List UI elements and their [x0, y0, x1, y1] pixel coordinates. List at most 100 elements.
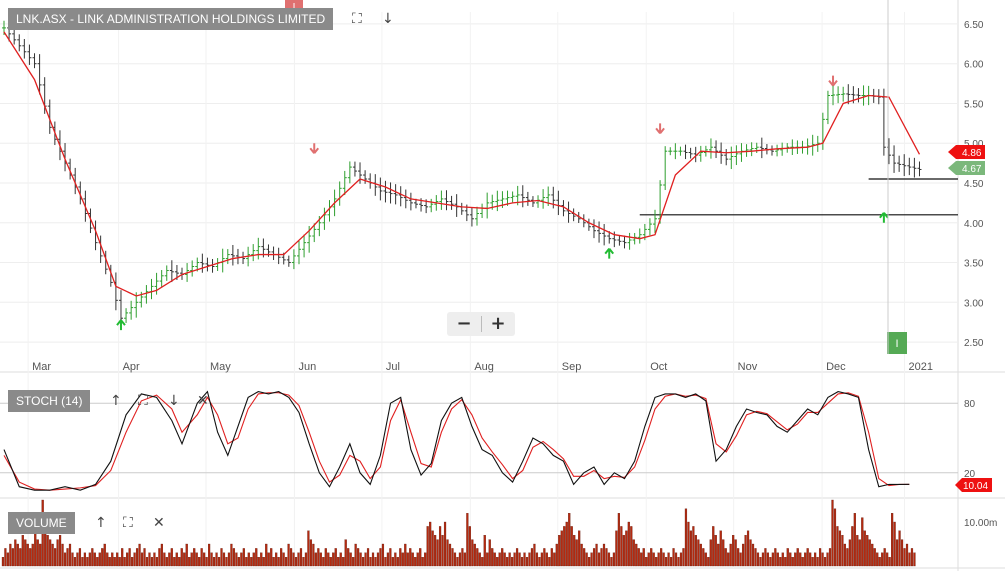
volume-bar: [595, 543, 598, 567]
ohlc-bar: [337, 181, 342, 206]
volume-bar: [188, 557, 191, 567]
zoom-out-button[interactable]: −: [447, 312, 481, 336]
volume-bar: [811, 557, 814, 567]
volume-bar: [126, 552, 129, 567]
volume-bar: [771, 552, 774, 567]
volume-bar: [190, 552, 193, 567]
volume-bar: [96, 557, 99, 567]
volume-bar: [19, 548, 22, 567]
volume-bar: [163, 552, 166, 567]
volume-bar: [314, 552, 317, 567]
volume-bar: [530, 548, 534, 567]
volume-bar: [128, 548, 131, 567]
volume-bar: [483, 535, 486, 567]
volume-bar: [302, 557, 305, 567]
volume-bar: [732, 535, 735, 567]
ohlc-bar: [541, 189, 546, 209]
volume-bar: [605, 548, 608, 567]
volume-bar: [749, 539, 752, 567]
ohlc-bar: [556, 190, 561, 216]
volume-bar: [225, 557, 228, 567]
volume-bar: [637, 548, 640, 567]
sell-signal-arrow: [655, 123, 665, 134]
volume-bar: [667, 552, 670, 567]
zoom-in-button[interactable]: +: [481, 312, 515, 336]
volume-bar: [592, 548, 596, 567]
ohlc-bar: [32, 53, 37, 69]
ohlc-bar: [688, 147, 693, 159]
volume-bar: [354, 543, 357, 567]
volume-bar: [866, 535, 869, 567]
volume-bar: [647, 552, 650, 567]
volume-bar: [361, 557, 365, 567]
volume-bar: [575, 539, 578, 567]
volume-bar: [881, 552, 884, 567]
volume-bar: [565, 521, 568, 567]
volume-bar: [374, 557, 377, 567]
expand-icon[interactable]: ⛶: [352, 11, 362, 27]
volume-bar: [816, 557, 819, 567]
volume-bar: [491, 548, 494, 567]
volume-bar: [583, 548, 586, 567]
volume-expand-icon[interactable]: ⛶: [123, 515, 133, 531]
volume-bar: [180, 548, 183, 567]
volume-bar: [287, 543, 290, 567]
volume-bar: [871, 543, 874, 567]
stoch-close-icon[interactable]: ✕: [197, 393, 209, 409]
volume-close-icon[interactable]: ✕: [153, 515, 165, 531]
month-tick-label: May: [210, 361, 231, 373]
volume-arrow-up-icon[interactable]: ↑: [95, 515, 107, 531]
stoch-expand-icon[interactable]: ⛶: [138, 393, 148, 409]
stoch-arrow-down-icon[interactable]: ↓: [168, 393, 180, 409]
ohlc-bar: [912, 157, 917, 178]
volume-bar: [645, 557, 648, 567]
volume-bar: [657, 552, 660, 567]
volume-bar: [441, 535, 444, 567]
stoch-arrow-up-icon[interactable]: ↑: [110, 393, 122, 409]
volume-bar: [550, 548, 553, 567]
volume-bar: [299, 548, 303, 567]
volume-bar: [158, 548, 161, 567]
volume-bar: [714, 535, 717, 567]
volume-bar: [150, 557, 154, 567]
ohlc-bar: [429, 198, 434, 213]
price-y-axis: 2.503.003.504.004.505.005.506.006.50: [964, 20, 984, 349]
arrow-down-icon[interactable]: ↓: [382, 11, 394, 27]
volume-bar: [684, 508, 688, 567]
volume-bar: [39, 543, 42, 567]
volume-bar: [662, 552, 665, 567]
volume-bar: [831, 499, 834, 567]
volume-bar: [334, 548, 337, 567]
volume-bar: [436, 539, 439, 567]
volume-bar: [702, 548, 705, 567]
ohlc-bar: [408, 192, 413, 211]
volume-bar: [384, 557, 387, 567]
volume-bar: [133, 552, 136, 567]
month-tick-label: Jun: [298, 361, 316, 373]
volume-bar: [178, 557, 181, 567]
ohlc-bar: [485, 192, 490, 219]
volume-bar: [694, 535, 697, 567]
ohlc-bar: [907, 157, 912, 176]
volume-bar: [91, 548, 94, 567]
volume-bar: [607, 552, 611, 567]
volume-bar: [451, 548, 454, 567]
volume-bar: [744, 535, 747, 567]
ohlc-bar: [536, 195, 541, 208]
volume-bar: [21, 535, 24, 567]
volume-bar: [349, 552, 352, 567]
volume-bar: [478, 552, 481, 567]
volume-bar: [794, 552, 797, 567]
ohlc-bar: [271, 246, 276, 260]
volume-bar: [848, 539, 851, 567]
volume-bar: [376, 552, 380, 567]
volume-bar: [739, 552, 742, 567]
volume-bar: [46, 535, 49, 567]
stoch-tick-label: 80: [964, 399, 976, 410]
volume-bar: [697, 539, 700, 567]
volume-bar: [446, 539, 449, 567]
volume-bar: [289, 548, 293, 567]
volume-bar: [814, 552, 817, 567]
volume-bar: [307, 530, 310, 567]
volume-bar: [759, 557, 762, 567]
